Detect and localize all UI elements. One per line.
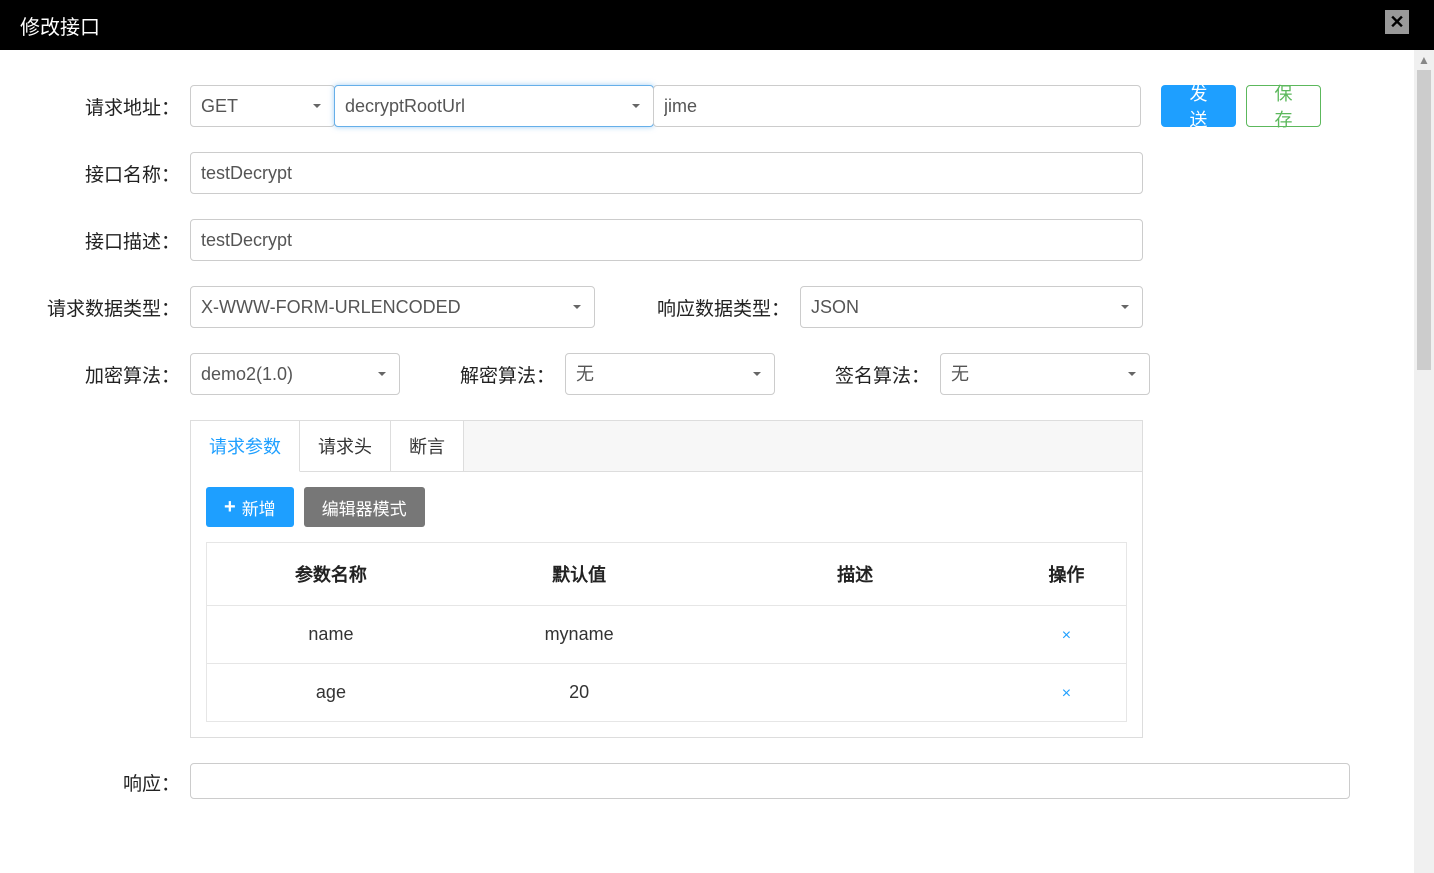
delete-row-icon[interactable]: × <box>1062 627 1071 644</box>
path-input[interactable] <box>653 85 1141 127</box>
encrypt-algo-label: 加密算法： <box>20 361 190 388</box>
api-desc-label: 接口描述： <box>20 227 190 254</box>
tab-request-headers[interactable]: 请求头 <box>300 421 391 472</box>
root-url-select[interactable]: decryptRootUrl <box>334 85 654 127</box>
api-name-input[interactable] <box>190 152 1143 194</box>
th-desc: 描述 <box>703 543 1007 606</box>
tab-assertions[interactable]: 断言 <box>391 421 464 472</box>
cell-name[interactable]: age <box>207 664 455 722</box>
editor-mode-button[interactable]: 编辑器模式 <box>304 487 425 527</box>
th-param-name: 参数名称 <box>207 543 455 606</box>
cell-default[interactable]: 20 <box>455 664 703 722</box>
cell-desc[interactable] <box>703 664 1007 722</box>
request-address-label: 请求地址： <box>20 93 190 120</box>
scroll-up-arrow[interactable]: ▲ <box>1414 50 1434 70</box>
close-icon[interactable]: ✕ <box>1385 10 1409 34</box>
request-type-label: 请求数据类型： <box>20 294 190 321</box>
response-output <box>190 763 1350 799</box>
table-row: name myname × <box>207 606 1127 664</box>
add-param-button[interactable]: + 新增 <box>206 487 294 527</box>
api-name-label: 接口名称： <box>20 160 190 187</box>
delete-row-icon[interactable]: × <box>1062 685 1071 702</box>
send-button[interactable]: 发送 <box>1161 85 1236 127</box>
decrypt-algo-select[interactable]: 无 <box>565 353 775 395</box>
tab-request-params[interactable]: 请求参数 <box>191 421 300 472</box>
table-row: age 20 × <box>207 664 1127 722</box>
sign-algo-select[interactable]: 无 <box>940 353 1150 395</box>
encrypt-algo-select[interactable]: demo2(1.0) <box>190 353 400 395</box>
sign-algo-label: 签名算法： <box>775 361 940 388</box>
scroll-thumb[interactable] <box>1417 70 1431 370</box>
cell-desc[interactable] <box>703 606 1007 664</box>
http-method-select[interactable]: GET <box>190 85 335 127</box>
response-type-select[interactable]: JSON <box>800 286 1143 328</box>
plus-icon: + <box>224 496 236 519</box>
api-desc-input[interactable] <box>190 219 1143 261</box>
cell-default[interactable]: myname <box>455 606 703 664</box>
params-table: 参数名称 默认值 描述 操作 name myname × age <box>206 542 1127 722</box>
save-button[interactable]: 保存 <box>1246 85 1321 127</box>
params-tabs-panel: 请求参数 请求头 断言 + 新增 编辑器模式 参数名称 默认值 描述 操作 <box>190 420 1143 738</box>
cell-name[interactable]: name <box>207 606 455 664</box>
decrypt-algo-label: 解密算法： <box>400 361 565 388</box>
modal-header: 修改接口 ✕ <box>0 0 1434 50</box>
request-type-select[interactable]: X-WWW-FORM-URLENCODED <box>190 286 595 328</box>
modal-title: 修改接口 <box>20 11 100 40</box>
response-label: 响应： <box>20 763 190 796</box>
th-default: 默认值 <box>455 543 703 606</box>
th-action: 操作 <box>1007 543 1127 606</box>
vertical-scrollbar[interactable]: ▲ <box>1414 50 1434 873</box>
response-type-label: 响应数据类型： <box>595 294 800 321</box>
